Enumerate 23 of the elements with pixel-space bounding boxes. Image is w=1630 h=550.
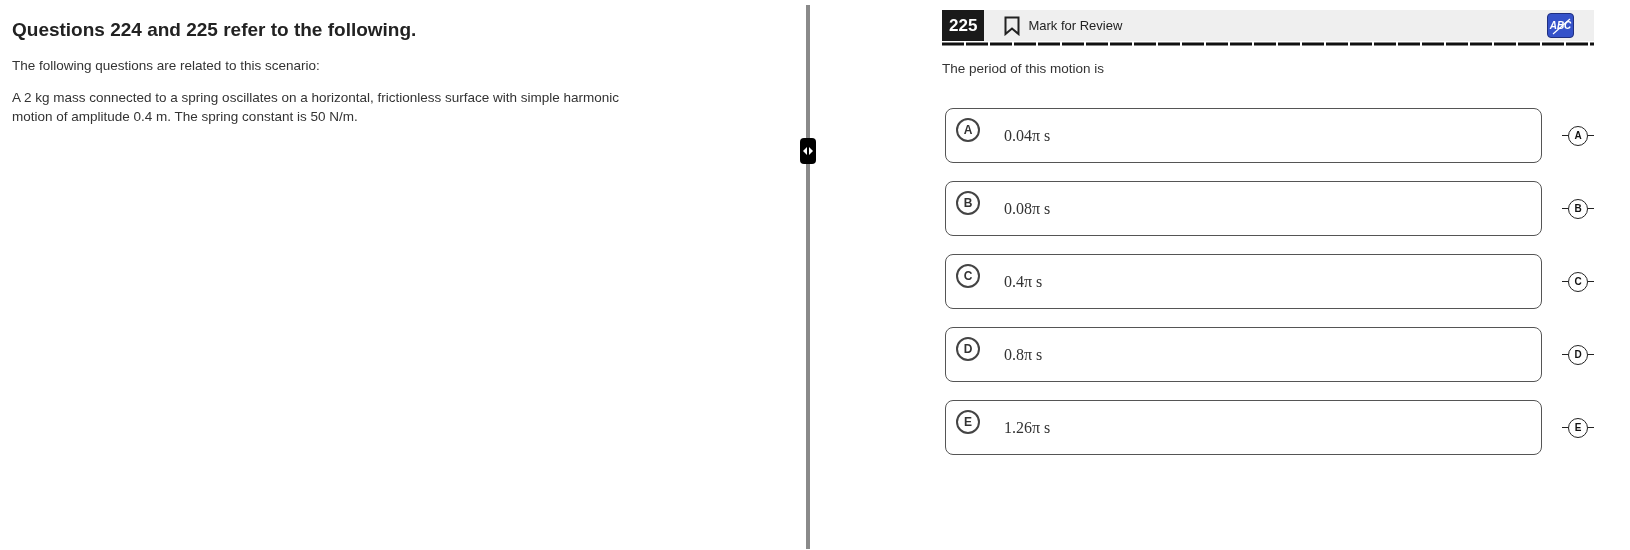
question-prompt: The period of this motion is — [942, 60, 1106, 78]
answer-option[interactable]: E 1.26π s — [945, 400, 1542, 456]
answer-option[interactable]: A 0.04π s — [945, 108, 1542, 164]
passage-heading: Questions 224 and 225 refer to the following. — [12, 18, 418, 42]
resize-arrows-icon — [802, 146, 814, 156]
question-number: 225 — [942, 10, 985, 41]
option-text: 0.08π s — [1004, 199, 1051, 220]
option-text: 1.26π s — [1004, 418, 1051, 439]
option-letter: E — [956, 410, 980, 435]
option-letter: D — [956, 337, 980, 362]
option-letter: B — [956, 191, 980, 216]
option-text: 0.8π s — [1004, 345, 1043, 366]
resize-handle[interactable] — [800, 138, 816, 164]
mark-for-review-button[interactable]: Mark for Review — [1004, 15, 1123, 36]
passage-intro: The following questions are related to this scenario: — [12, 57, 321, 75]
option-text: 0.4π s — [1004, 272, 1043, 293]
option-letter: A — [956, 118, 980, 143]
answer-option[interactable]: B 0.08π s — [945, 181, 1542, 237]
answer-option[interactable]: D 0.8π s — [945, 327, 1542, 383]
option-letter: C — [956, 264, 980, 289]
option-text: 0.04π s — [1004, 126, 1051, 147]
passage-text: A 2 kg mass connected to a spring oscillates on a horizontal, frictionless surface with simple harmonic motion of amplitude 0.4 m. The spring constant is 50 N/m. — [12, 89, 621, 127]
answer-option[interactable]: C 0.4π s — [945, 254, 1542, 310]
